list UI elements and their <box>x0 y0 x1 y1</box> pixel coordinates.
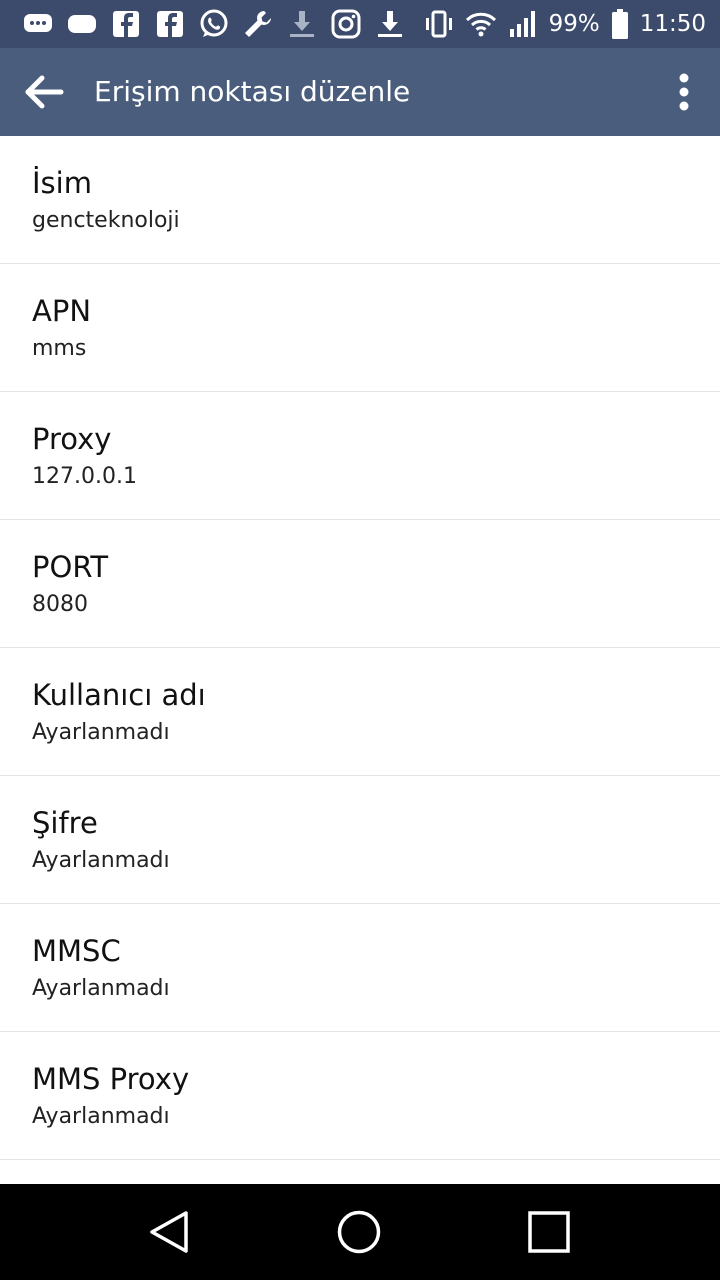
wrench-icon <box>242 8 274 40</box>
system-status: 99% 11:50 <box>423 6 706 42</box>
app-toolbar: Erişim noktası düzenle <box>0 48 720 136</box>
chat-bubble-icon <box>66 8 98 40</box>
setting-value: Ayarlanmadı <box>32 848 170 873</box>
notification-icons <box>22 6 406 42</box>
setting-proxy[interactable]: Proxy 127.0.0.1 <box>0 392 720 520</box>
back-arrow-icon <box>25 75 64 109</box>
whatsapp-icon <box>198 8 230 40</box>
status-bar: 99% 11:50 <box>0 0 720 48</box>
clock: 11:50 <box>639 11 706 37</box>
setting-title: MMS Proxy <box>32 1062 190 1096</box>
instagram-icon <box>330 8 362 40</box>
page-title: Erişim noktası düzenle <box>94 75 411 108</box>
setting-value: Ayarlanmadı <box>32 720 170 745</box>
setting-username[interactable]: Kullanıcı adı Ayarlanmadı <box>0 648 720 776</box>
setting-mms-proxy[interactable]: MMS Proxy Ayarlanmadı <box>0 1032 720 1160</box>
more-vert-icon <box>679 73 689 111</box>
setting-title: APN <box>32 294 92 328</box>
setting-value: Ayarlanmadı <box>32 976 170 1001</box>
vibrate-icon <box>423 8 455 40</box>
setting-value: Ayarlanmadı <box>32 1104 170 1129</box>
facebook-icon <box>154 8 186 40</box>
setting-port[interactable]: PORT 8080 <box>0 520 720 648</box>
setting-title: MMSC <box>32 934 121 968</box>
apn-settings-list[interactable]: İsim gencteknoloji APN mms Proxy 127.0.0… <box>0 136 720 1184</box>
setting-title: Şifre <box>32 806 98 840</box>
back-button[interactable] <box>16 68 72 116</box>
navigation-bar <box>0 1184 720 1280</box>
nav-home-button[interactable] <box>335 1208 383 1256</box>
setting-title: İsim <box>32 166 92 200</box>
setting-value: mms <box>32 336 87 361</box>
download-icon <box>374 8 406 40</box>
download-icon <box>286 8 318 40</box>
square-recents-icon <box>528 1211 570 1253</box>
setting-title: Kullanıcı adı <box>32 678 206 712</box>
setting-title: PORT <box>32 550 109 584</box>
nav-recents-button[interactable] <box>525 1208 573 1256</box>
apn-edit-screen: 99% 11:50 Erişim noktası düzenle İsim ge… <box>0 0 720 1280</box>
setting-value: 8080 <box>32 592 88 617</box>
battery-percent: 99% <box>548 11 600 37</box>
nav-back-button[interactable] <box>146 1208 194 1256</box>
setting-mmsc[interactable]: MMSC Ayarlanmadı <box>0 904 720 1032</box>
setting-apn[interactable]: APN mms <box>0 264 720 392</box>
setting-password[interactable]: Şifre Ayarlanmadı <box>0 776 720 904</box>
circle-home-icon <box>337 1210 381 1254</box>
setting-title: Proxy <box>32 422 112 456</box>
setting-value: 127.0.0.1 <box>32 464 137 489</box>
overflow-menu-button[interactable] <box>668 68 700 116</box>
setting-value: gencteknoloji <box>32 208 180 233</box>
messages-icon <box>22 8 54 40</box>
triangle-back-icon <box>150 1211 188 1253</box>
setting-name[interactable]: İsim gencteknoloji <box>0 136 720 264</box>
signal-icon <box>507 8 539 40</box>
battery-icon <box>610 8 630 40</box>
facebook-icon <box>110 8 142 40</box>
wifi-icon <box>465 8 497 40</box>
